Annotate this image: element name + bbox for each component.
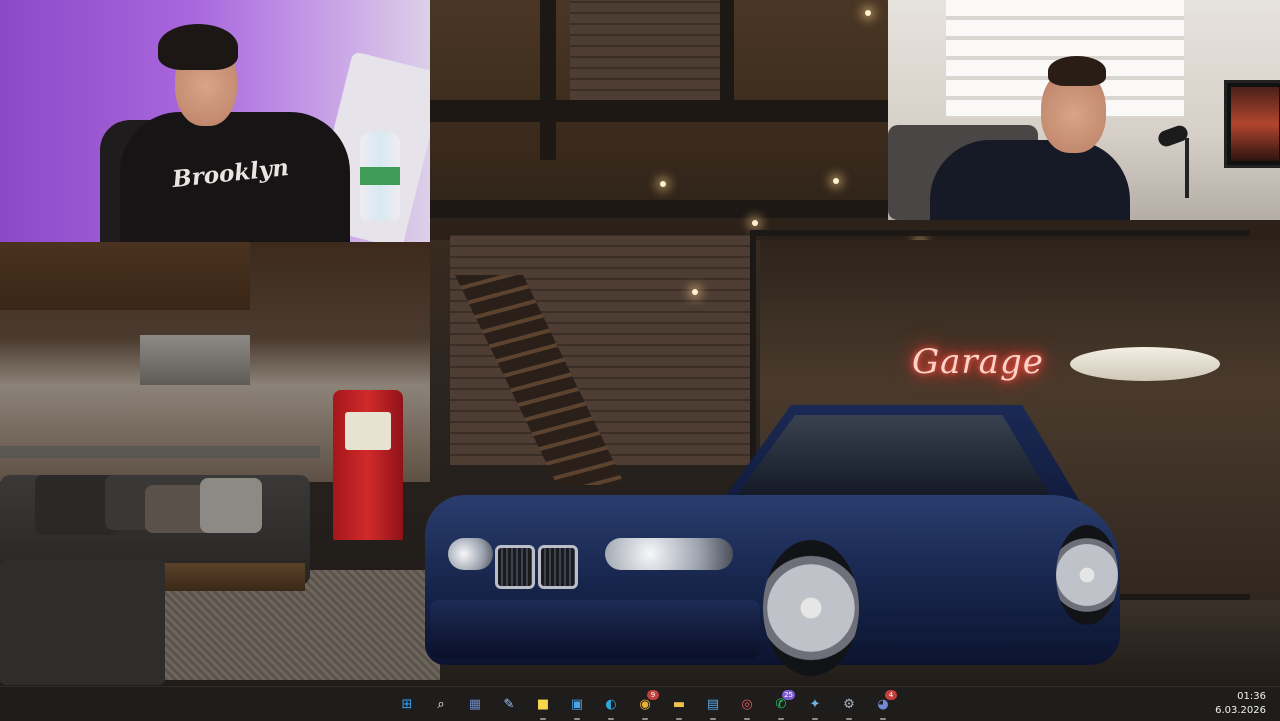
notification-badge: 4	[885, 690, 897, 700]
gas-pump	[333, 390, 403, 540]
taskbar-icons: ⊞ ⌕ ▦ ✎ ■ ▣ ◐ ◉ 9 ▬ ▤ ◎ ✆ 25 ✦ ⚙ ◕ 4	[390, 687, 900, 721]
whatsapp-taskbar-button[interactable]: ✆ 25	[764, 687, 798, 721]
notes-icon: ▤	[706, 696, 720, 712]
kidney-grille	[538, 545, 578, 589]
rear-wheel	[1056, 525, 1118, 625]
notepad-taskbar-button[interactable]: ✎	[492, 687, 526, 721]
calculator-taskbar-button[interactable]: ▦	[458, 687, 492, 721]
notification-badge: 9	[647, 690, 659, 700]
search-taskbar-button[interactable]: ⌕	[424, 687, 458, 721]
search-icon: ⌕	[437, 696, 445, 712]
start-icon: ⊞	[401, 696, 413, 712]
app-taskbar-button[interactable]: ✦	[798, 687, 832, 721]
store-taskbar-button[interactable]: ▣	[560, 687, 594, 721]
taskbar: ⊞ ⌕ ▦ ✎ ■ ▣ ◐ ◉ 9 ▬ ▤ ◎ ✆ 25 ✦ ⚙ ◕ 4 01:36 6.03.2026	[0, 686, 1280, 721]
app-icon: ✦	[809, 696, 821, 712]
person-torso	[930, 140, 1130, 220]
range-hood	[140, 335, 250, 385]
discord-taskbar-button[interactable]: ◕ 4	[866, 687, 900, 721]
clock-time: 01:36	[1237, 691, 1266, 702]
sticky-notes-icon: ■	[536, 696, 550, 712]
webcam-tile-left[interactable]: Brooklyn	[0, 0, 430, 242]
store-icon: ▣	[570, 696, 584, 712]
file-explorer-taskbar-button[interactable]: ▬	[662, 687, 696, 721]
water-bottle	[360, 132, 400, 220]
start-taskbar-button[interactable]: ⊞	[390, 687, 424, 721]
armchair	[0, 560, 165, 685]
person-hair	[1048, 56, 1106, 86]
ceiling-light	[865, 10, 871, 16]
ceiling-beam	[720, 0, 734, 120]
settings-taskbar-button[interactable]: ⚙	[832, 687, 866, 721]
clock-date: 6.03.2026	[1215, 705, 1266, 716]
notes-taskbar-button[interactable]: ▤	[696, 687, 730, 721]
notification-badge: 25	[782, 690, 795, 700]
ceiling-light	[660, 181, 666, 187]
capture-taskbar-button[interactable]: ◎	[730, 687, 764, 721]
car-bumper	[430, 600, 760, 658]
kitchen-cabinet	[0, 242, 250, 310]
headlight	[605, 538, 733, 570]
ceiling-light	[692, 289, 698, 295]
brick-wall	[570, 0, 720, 100]
mic-stand	[1185, 138, 1189, 198]
ceiling-beam	[540, 0, 556, 160]
bmw-sedan	[420, 400, 1125, 685]
edge-icon: ◐	[605, 696, 617, 712]
edge-taskbar-button[interactable]: ◐	[594, 687, 628, 721]
calculator-icon: ▦	[468, 696, 482, 712]
monitor	[1224, 80, 1280, 168]
headlight	[448, 538, 493, 570]
kidney-grille	[495, 545, 535, 589]
capture-icon: ◎	[741, 696, 753, 712]
front-wheel	[763, 540, 859, 676]
person-hair	[158, 24, 238, 70]
ceiling-light	[752, 220, 758, 226]
settings-icon: ⚙	[843, 696, 855, 712]
neon-sign: Garage	[912, 342, 1044, 382]
ceiling-light	[833, 178, 839, 184]
file-explorer-icon: ▬	[672, 696, 686, 712]
notepad-icon: ✎	[503, 696, 515, 712]
kitchen-counter	[0, 446, 320, 458]
system-clock[interactable]: 01:36 6.03.2026	[1215, 690, 1266, 718]
webcam-tile-right[interactable]	[888, 0, 1280, 220]
chrome-taskbar-button[interactable]: ◉ 9	[628, 687, 662, 721]
surfboard	[1070, 347, 1220, 381]
sticky-notes-taskbar-button[interactable]: ■	[526, 687, 560, 721]
